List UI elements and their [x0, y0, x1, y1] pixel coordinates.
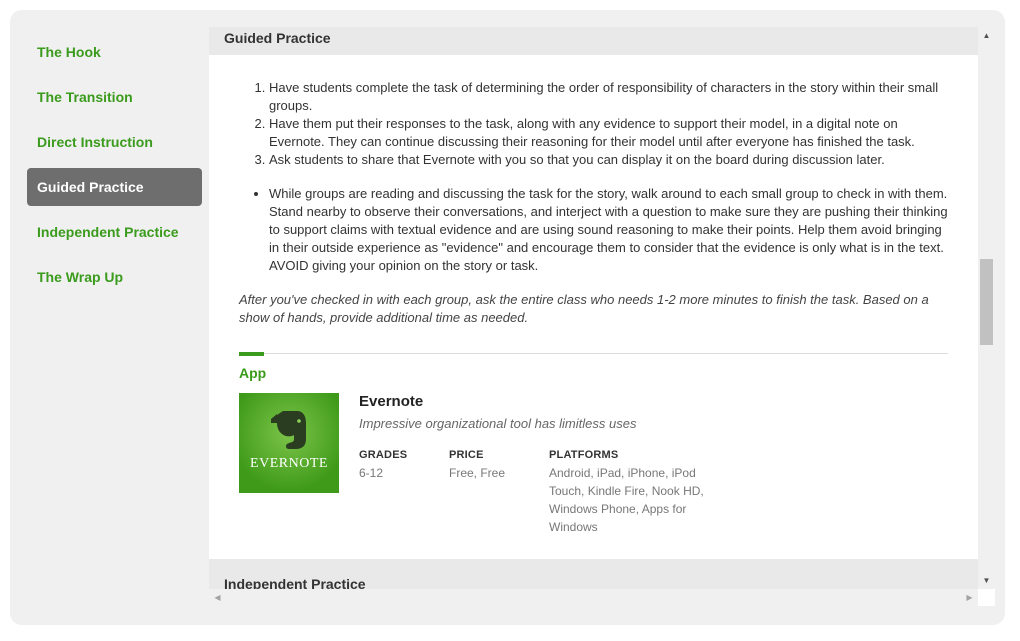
scrollbar-corner [978, 589, 995, 606]
section-header-guided-practice: Guided Practice [209, 27, 978, 55]
platforms-block: PLATFORMS Android, iPad, iPhone, iPod To… [549, 446, 719, 536]
price-value: Free, Free [449, 466, 506, 480]
arrow-left-icon[interactable]: ◀ [209, 589, 226, 606]
horizontal-scrollbar[interactable]: ◀ ▶ [209, 589, 978, 606]
app-description: Impressive organizational tool has limit… [359, 416, 637, 431]
section-body: Have students complete the task of deter… [239, 79, 951, 327]
grades-value: 6-12 [359, 466, 384, 480]
arrow-up-icon[interactable]: ▲ [978, 27, 995, 44]
arrow-down-icon[interactable]: ▼ [978, 572, 995, 589]
sidebar-item-independent-practice[interactable]: Independent Practice [27, 213, 202, 251]
scrollbar-thumb[interactable] [980, 259, 993, 345]
app-logo-text: EVERNOTE [250, 456, 328, 471]
sidebar-nav: The Hook The Transition Direct Instructi… [27, 33, 202, 303]
price-block: PRICE Free, Free [449, 446, 505, 482]
italic-note: After you've checked in with each group,… [239, 292, 929, 325]
sidebar-item-the-transition[interactable]: The Transition [27, 78, 202, 116]
sidebar-item-the-wrap-up[interactable]: The Wrap Up [27, 258, 202, 296]
price-label: PRICE [449, 449, 484, 461]
app-section-label: App [239, 365, 267, 381]
platforms-label: PLATFORMS [549, 449, 619, 461]
step-item: Have them put their responses to the tas… [269, 115, 951, 151]
step-item: Have students complete the task of deter… [269, 79, 951, 115]
vertical-scrollbar[interactable]: ▲ ▼ [978, 27, 995, 589]
app-accent-bar [239, 352, 264, 356]
arrow-right-icon[interactable]: ▶ [961, 589, 978, 606]
bullet-item: While groups are reading and discussing … [269, 185, 951, 275]
grades-label: GRADES [359, 449, 408, 461]
platforms-value: Android, iPad, iPhone, iPod Touch, Kindl… [549, 466, 704, 534]
app-name[interactable]: Evernote [359, 393, 423, 410]
grades-block: GRADES 6-12 [359, 446, 407, 482]
sidebar-item-guided-practice[interactable]: Guided Practice [27, 168, 202, 206]
evernote-app-tile[interactable]: EVERNOTE [239, 393, 339, 493]
divider [239, 353, 948, 354]
sidebar-item-the-hook[interactable]: The Hook [27, 33, 202, 71]
step-item: Ask students to share that Evernote with… [269, 151, 951, 169]
sidebar-item-direct-instruction[interactable]: Direct Instruction [27, 123, 202, 161]
bullet-list: While groups are reading and discussing … [239, 185, 951, 275]
section-header-independent-practice[interactable]: Independent Practice [209, 559, 978, 589]
evernote-elephant-icon [271, 411, 306, 449]
steps-list: Have students complete the task of deter… [239, 79, 951, 169]
content-scroll-area[interactable]: Guided Practice Have students complete t… [209, 27, 978, 589]
